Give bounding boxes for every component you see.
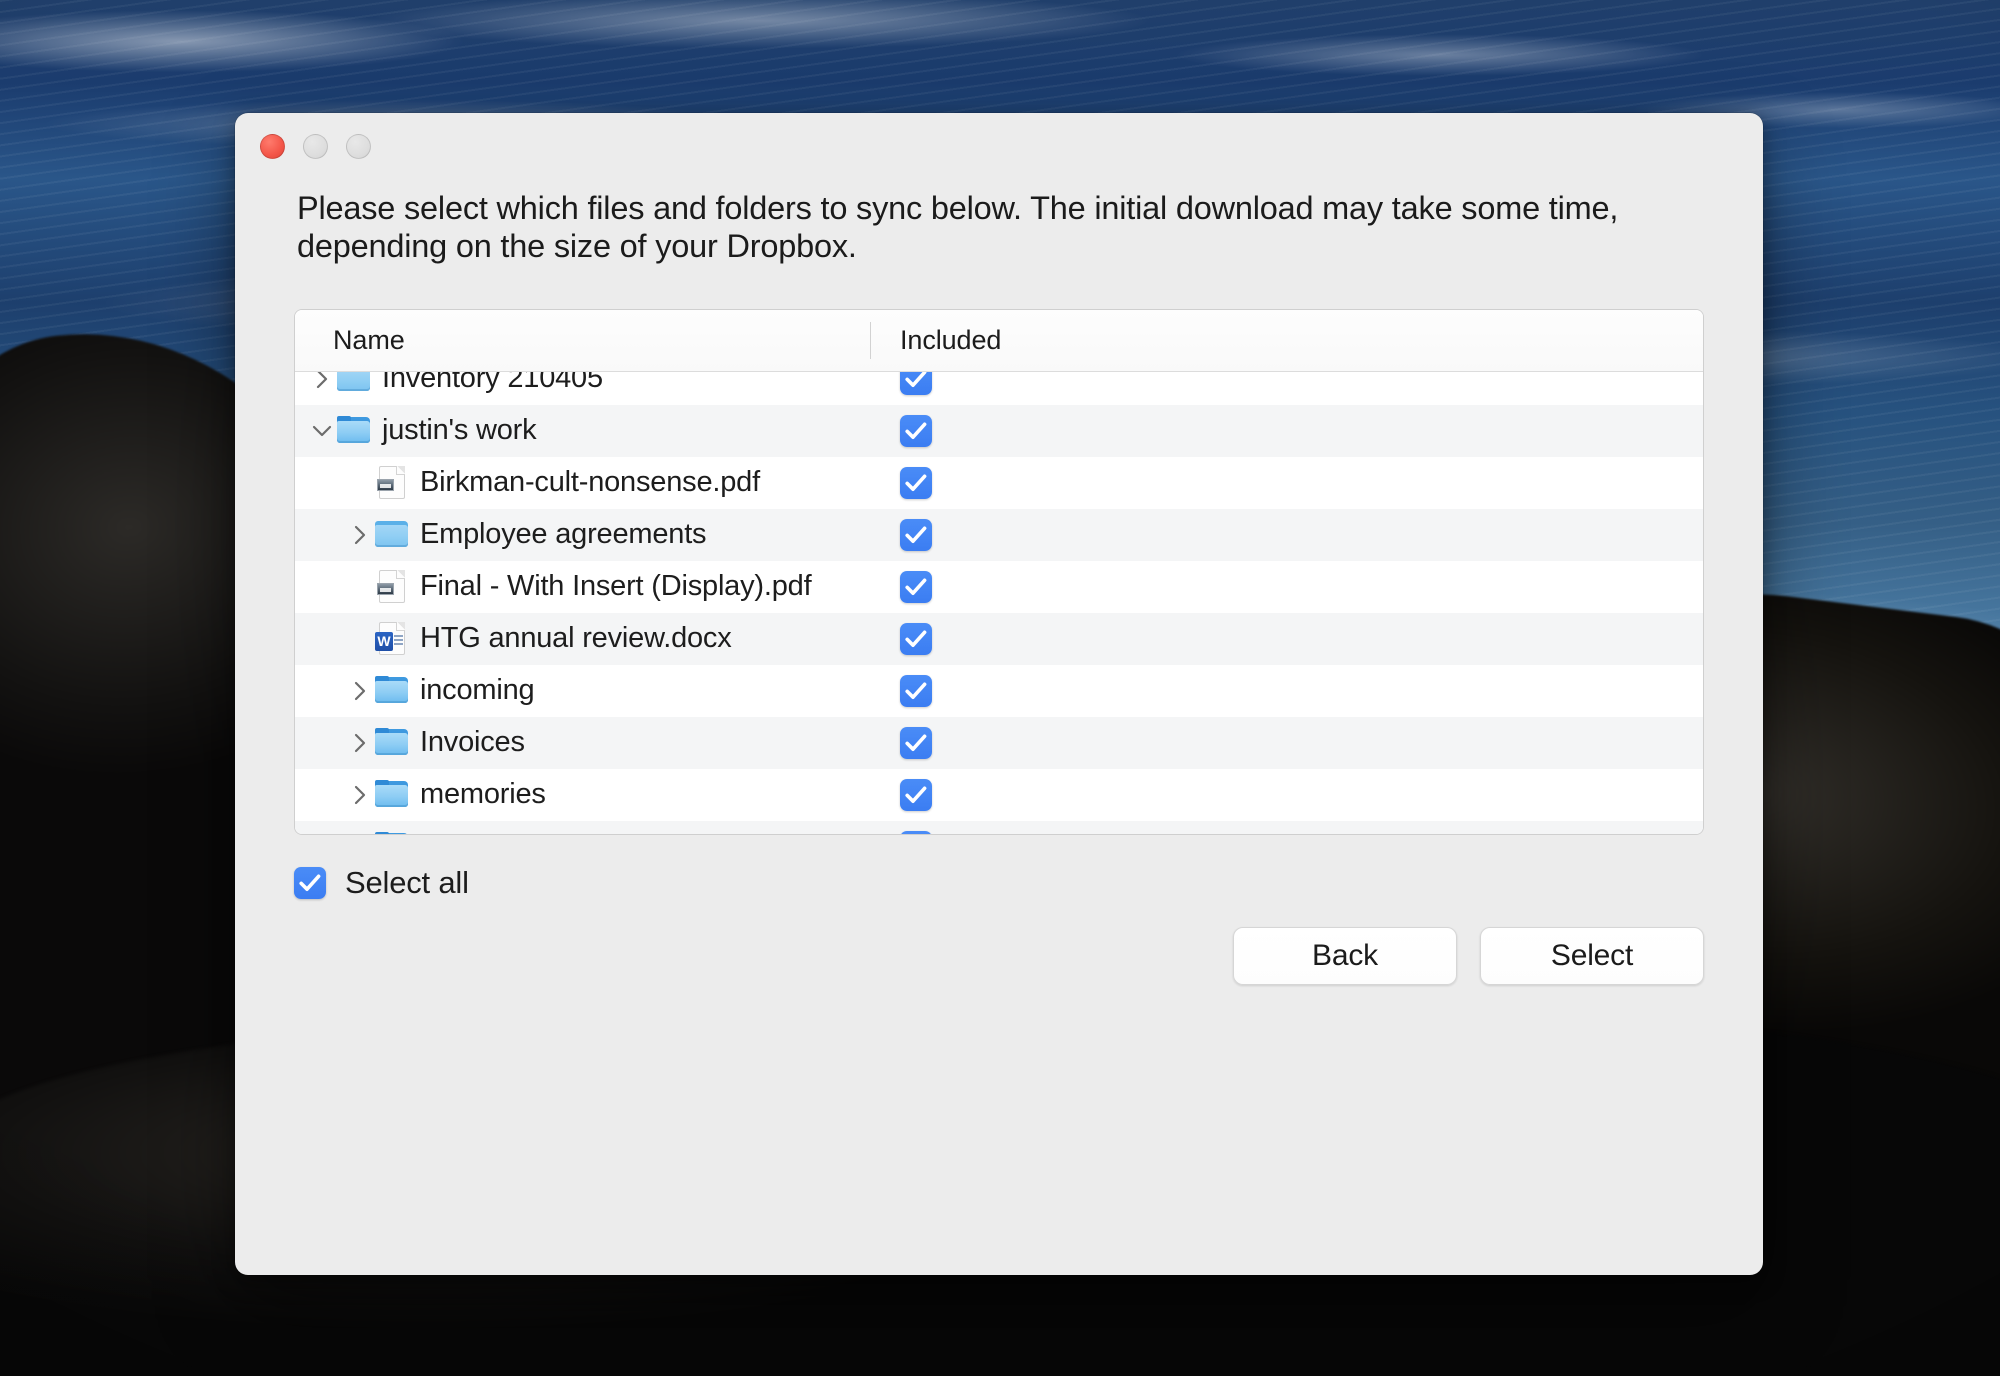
row-name-label: HTG annual review.docx — [420, 622, 732, 655]
row-name-label: justin's work — [382, 414, 537, 447]
row-included-cell[interactable] — [870, 717, 1703, 769]
chevron-right-icon[interactable] — [309, 371, 335, 405]
table-row[interactable]: justin's work — [295, 404, 1703, 457]
row-included-cell[interactable] — [870, 665, 1703, 717]
row-name-label: Final - With Insert (Display).pdf — [420, 570, 812, 603]
row-included-cell[interactable] — [870, 509, 1703, 561]
row-name-label: old invoices — [420, 830, 569, 834]
chevron-right-icon[interactable] — [347, 821, 373, 834]
row-included-checkbox[interactable] — [900, 414, 932, 447]
file-tree-scroll-area: Inventory 210405 justin's work Birkman-cul… — [295, 371, 1703, 834]
folder-icon — [335, 415, 373, 446]
word-file-icon: W — [373, 621, 411, 656]
chevron-right-icon[interactable] — [347, 665, 373, 717]
row-name-cell[interactable]: W HTG annual review.docx — [295, 613, 870, 665]
row-included-cell[interactable] — [870, 769, 1703, 821]
row-included-cell[interactable] — [870, 405, 1703, 457]
folder-icon — [373, 779, 411, 810]
select-all-label: Select all — [345, 864, 469, 900]
window-titlebar[interactable] — [235, 113, 1763, 179]
row-name-cell[interactable]: Final - With Insert (Display).pdf — [295, 561, 870, 613]
file-tree-header: Name Included — [295, 309, 1703, 372]
folder-icon — [373, 675, 411, 706]
row-name-cell[interactable]: Inventory 210405 — [295, 371, 870, 405]
row-name-cell[interactable]: Birkman-cult-nonsense.pdf — [295, 457, 870, 509]
row-name-label: Invoices — [420, 726, 525, 759]
back-button[interactable]: Back — [1233, 926, 1457, 985]
dialog-button-row: Back Select — [294, 926, 1704, 985]
folder-icon — [373, 831, 411, 834]
column-header-included[interactable]: Included — [870, 325, 1001, 356]
file-tree-body[interactable]: Inventory 210405 justin's work Birkman-cul… — [295, 371, 1703, 834]
select-all-checkbox[interactable] — [294, 866, 326, 899]
select-all-row[interactable]: Select all — [294, 865, 1704, 901]
folder-icon — [335, 371, 373, 394]
table-row[interactable]: Invoices — [295, 716, 1703, 769]
row-included-cell[interactable] — [870, 561, 1703, 613]
selective-sync-dialog: Please select which files and folders to… — [235, 113, 1763, 1275]
row-included-checkbox[interactable] — [900, 726, 932, 759]
chevron-right-icon[interactable] — [347, 509, 373, 561]
file-tree-container: Name Included Inventory 210405 justin's w… — [294, 308, 1704, 835]
row-included-checkbox[interactable] — [900, 570, 932, 603]
table-row[interactable]: incoming — [295, 664, 1703, 717]
row-name-label: memories — [420, 778, 546, 811]
row-included-checkbox[interactable] — [900, 518, 932, 551]
row-name-label: Employee agreements — [420, 518, 707, 551]
chevron-right-icon[interactable] — [347, 769, 373, 821]
maximize-window-button[interactable] — [346, 133, 371, 159]
table-row[interactable]: old invoices — [295, 820, 1703, 834]
row-included-cell[interactable] — [870, 371, 1703, 405]
row-name-cell[interactable]: Employee agreements — [295, 509, 870, 561]
folder-icon — [373, 520, 411, 550]
row-name-cell[interactable]: justin's work — [295, 405, 870, 457]
row-name-label: incoming — [420, 674, 535, 707]
row-name-label: Birkman-cult-nonsense.pdf — [420, 466, 760, 499]
chevron-right-icon[interactable] — [347, 717, 373, 769]
row-name-cell[interactable]: old invoices — [295, 821, 870, 834]
table-row[interactable]: Final - With Insert (Display).pdf — [295, 560, 1703, 613]
row-included-cell[interactable] — [870, 821, 1703, 834]
table-row[interactable]: Birkman-cult-nonsense.pdf — [295, 456, 1703, 509]
row-name-cell[interactable]: incoming — [295, 665, 870, 717]
table-row[interactable]: Employee agreements — [295, 508, 1703, 561]
row-name-cell[interactable]: memories — [295, 769, 870, 821]
row-name-cell[interactable]: Invoices — [295, 717, 870, 769]
close-window-button[interactable] — [260, 133, 285, 159]
row-included-checkbox[interactable] — [900, 830, 932, 834]
column-divider — [870, 321, 871, 359]
row-included-checkbox[interactable] — [900, 622, 932, 655]
row-included-cell[interactable] — [870, 613, 1703, 665]
table-row[interactable]: Inventory 210405 — [295, 371, 1703, 405]
pdf-file-icon — [373, 465, 411, 500]
table-row[interactable]: W HTG annual review.docx — [295, 612, 1703, 665]
row-included-checkbox[interactable] — [900, 778, 932, 811]
desktop-wallpaper: Please select which files and folders to… — [0, 0, 2000, 1376]
row-included-checkbox[interactable] — [900, 674, 932, 707]
folder-icon — [373, 727, 411, 758]
minimize-window-button[interactable] — [303, 133, 328, 159]
select-button[interactable]: Select — [1480, 926, 1704, 985]
pdf-file-icon — [373, 569, 411, 604]
row-included-cell[interactable] — [870, 457, 1703, 509]
dialog-instruction-text: Please select which files and folders to… — [297, 190, 1619, 265]
row-included-checkbox[interactable] — [900, 466, 932, 499]
chevron-down-icon[interactable] — [309, 405, 335, 457]
dialog-footer: Select all Back Select — [235, 835, 1763, 1275]
row-name-label: Inventory 210405 — [382, 371, 603, 395]
table-row[interactable]: memories — [295, 768, 1703, 821]
row-included-checkbox[interactable] — [900, 371, 932, 395]
column-header-name[interactable]: Name — [295, 325, 870, 356]
